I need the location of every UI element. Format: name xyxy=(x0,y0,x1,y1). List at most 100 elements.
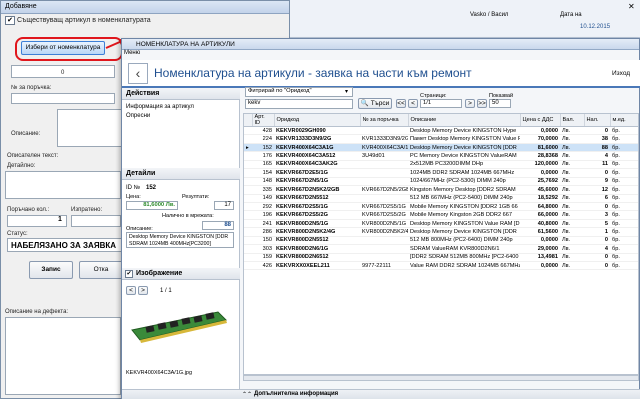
row-marker xyxy=(244,185,252,195)
sent-field[interactable] xyxy=(71,215,121,227)
cell-id: 335 xyxy=(252,185,274,195)
cell-code: KEKVR400X64C3A1G xyxy=(274,143,360,153)
search-input[interactable]: kekv xyxy=(245,99,353,109)
table-row[interactable]: 428 KEKVR0029GH090 Desktop Memory Device K… xyxy=(244,126,638,136)
catalog-window: НОМЕНКЛАТУРА НА АРТИКУЛИ Меню ‹ Номенкла… xyxy=(121,38,640,399)
last-page-button[interactable]: >> xyxy=(477,99,487,108)
cell-stock: 88 xyxy=(584,143,610,153)
filter-select[interactable]: Фитрирай по "Оридкод" xyxy=(245,87,353,97)
detailed-field[interactable] xyxy=(5,171,121,199)
cell-stock: 4 xyxy=(584,244,610,254)
row-marker xyxy=(244,261,252,271)
cell-code: KEKVR400X64C3A512 xyxy=(274,151,360,161)
menu-item[interactable]: Меню xyxy=(124,50,140,56)
defect-field[interactable] xyxy=(5,317,121,395)
cancel-button[interactable]: Отка xyxy=(79,261,123,279)
cell-id: 303 xyxy=(252,244,274,254)
save-button[interactable]: Запис xyxy=(29,261,73,279)
left-panel: Действия Информация за артикул Опресни Д… xyxy=(122,88,240,390)
cell-description: 2x512MB PC3200DIMM DHp xyxy=(408,160,520,170)
cell-code: KEKVR800D2N5512 xyxy=(274,236,360,246)
cell-currency: Лв. xyxy=(560,160,584,170)
row-marker: ▸ xyxy=(244,143,252,153)
cell-code: KEKVR800D2N6/1G xyxy=(274,244,360,254)
details-header: Детайли xyxy=(122,168,240,180)
exit-button[interactable]: Изход xyxy=(612,70,630,77)
cell-currency: Лв. xyxy=(560,177,584,187)
cell-id: 286 xyxy=(252,227,274,237)
table-row[interactable]: 154 KEKVR667D2E5/1G 1024MB DDR2 SDRAM 1024… xyxy=(244,168,638,178)
cell-stock: 5 xyxy=(584,219,610,229)
items-grid: Арт. ID Оридкод № за поръчка Описание Це… xyxy=(243,113,639,375)
col-header-order-no[interactable]: № за поръчка xyxy=(360,114,409,127)
additional-info-label[interactable]: Допълнителна информация xyxy=(254,391,338,397)
page-select[interactable]: 1/1 xyxy=(420,99,462,108)
search-button[interactable]: 🔍 Търси xyxy=(358,98,392,109)
catalog-window-title: НОМЕНКЛАТУРА НА АРТИКУЛИ xyxy=(122,39,639,50)
col-header-unit[interactable]: м.ед. xyxy=(610,114,638,127)
table-row[interactable]: 149 KEKVR667D2N5512 512 MB 667MHz (PC2-540… xyxy=(244,194,638,203)
qty-ordered-field[interactable]: 1 xyxy=(7,215,67,227)
table-row[interactable]: 292 KEKVR667D2S5/1G KVR667D2S5/1G Mobile Me… xyxy=(244,202,638,212)
table-row[interactable]: 196 KEKVR667D2S5/2G KVR667D2S5/2G Mobile Me… xyxy=(244,210,638,220)
table-row[interactable]: 165 KEKVR400X64C3AK2G 2x512MB PC3200DIMM D… xyxy=(244,160,638,170)
next-image-button[interactable]: > xyxy=(138,286,148,295)
cell-price: 120,0000 xyxy=(520,160,560,170)
table-row[interactable]: 241 KEKVR800D2N5/1G KVR800D2N5/1G Desktop M… xyxy=(244,219,638,229)
table-row[interactable]: 159 KEKVR800D2N6512 [DDR2 SDRAM 512MB 800M… xyxy=(244,253,638,263)
col-header-description[interactable]: Описание xyxy=(408,114,521,127)
row-marker xyxy=(244,236,252,246)
cell-currency: Лв. xyxy=(560,185,584,195)
prev-image-button[interactable]: < xyxy=(126,286,136,295)
table-row[interactable]: 150 KEKVR800D2N5512 512 MB 800MHz (PC2-640… xyxy=(244,236,638,246)
table-row[interactable]: 286 KEKVR800D2N5K2/4G KVR800D2N5K2/4G Deskt… xyxy=(244,227,638,237)
cell-code: KEKVRXX0XEEL211 xyxy=(274,261,360,271)
cell-unit: бр. xyxy=(610,134,638,144)
row-marker xyxy=(244,227,252,237)
table-row[interactable]: 176 KEKVR400X64C3A512 3U49d01 PC Memory Dev… xyxy=(244,151,638,161)
status-field[interactable]: НАБЕЛЯЗАНО ЗА ЗАЯВКА xyxy=(7,238,122,252)
cell-id: 154 xyxy=(252,168,274,178)
image-checkbox[interactable]: ✔ xyxy=(125,270,133,278)
table-row[interactable]: 426 KEKVRXX0XEEL211 9977-22111 Value RAM DD… xyxy=(244,261,638,271)
table-row[interactable]: ▸ 152 KEKVR400X64C3A1G KVR400X64C3A/1G Deskt… xyxy=(244,143,638,153)
cell-description: Desktop Memory Device KINGSTON [DDR xyxy=(408,227,520,237)
cell-description: Desktop Memory Device KINGSTON Hype xyxy=(408,126,520,136)
existing-item-checkbox[interactable]: ✔ xyxy=(5,16,15,25)
cell-price: 0,0000 xyxy=(520,126,560,136)
table-row[interactable]: 148 KEKVR667D2N5/1G 1024/667MHz (PC2-5300)… xyxy=(244,177,638,187)
col-header-price[interactable]: Цена с ДДС xyxy=(520,114,561,127)
action-item-info[interactable]: Информация за артикул xyxy=(126,104,194,110)
cell-order-no: 9977-22111 xyxy=(360,261,408,271)
chevron-down-icon[interactable]: ▾ xyxy=(345,88,348,95)
table-row[interactable]: 335KEKVR667D2N5K2/2GBKVR667D2N5/2GBKKing… xyxy=(244,185,638,195)
table-row[interactable]: 303 KEKVR800D2N6/1G SDRAM ValueRAM KVR800D… xyxy=(244,244,638,254)
action-item-refresh[interactable]: Опресни xyxy=(126,113,150,119)
table-row[interactable]: 224 KEKVR1333D3N9/2G KVR1333D3N9/2G Памет D… xyxy=(244,134,638,144)
next-page-button[interactable]: > xyxy=(465,99,475,108)
chevron-double-up-icon[interactable]: ⌃⌃ xyxy=(242,391,252,398)
col-header-currency[interactable]: Вал. xyxy=(560,114,585,127)
cell-stock: 0 xyxy=(584,168,610,178)
prev-page-button[interactable]: < xyxy=(408,99,418,108)
grid-horizontal-scrollbar[interactable] xyxy=(243,375,639,381)
cell-unit: бр. xyxy=(610,185,638,195)
col-header-code[interactable]: Оридкод xyxy=(274,114,361,127)
page-size-field[interactable]: 50 xyxy=(489,99,511,108)
order-no-field[interactable] xyxy=(11,93,115,104)
close-icon[interactable]: ✕ xyxy=(628,2,635,11)
col-header-stock[interactable]: Нал. xyxy=(584,114,611,127)
description-field[interactable] xyxy=(57,109,122,147)
cell-currency: Лв. xyxy=(560,202,584,212)
row-marker xyxy=(244,168,252,178)
price-field: 81,6000 Лв. xyxy=(126,201,178,210)
cell-description: 1024/667MHz (PC2-5300) DIMM 240p xyxy=(408,177,520,187)
cell-order-no: KVR667D2N5/2GBK xyxy=(360,185,408,195)
back-button[interactable]: ‹ xyxy=(128,63,148,84)
cell-price: 45,6000 xyxy=(520,185,560,195)
ram-module-image xyxy=(131,311,227,343)
cell-currency: Лв. xyxy=(560,236,584,246)
first-page-button[interactable]: << xyxy=(396,99,406,108)
cell-stock: 1 xyxy=(584,227,610,237)
col-header-id[interactable]: Арт. ID xyxy=(252,114,275,127)
